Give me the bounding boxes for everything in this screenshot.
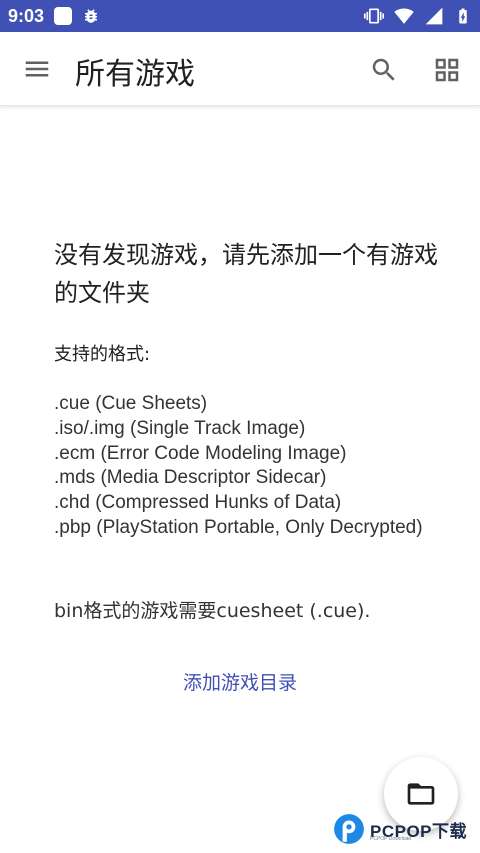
list-item: .mds (Media Descriptor Sidecar) — [54, 467, 327, 489]
list-item: .chd (Compressed Hunks of Data) — [54, 492, 342, 514]
list-item: .pbp (PlayStation Portable, Only Decrypt… — [54, 516, 423, 538]
vibrate-icon — [364, 8, 384, 24]
add-game-directory-button[interactable]: 添加游戏目录 — [0, 668, 480, 695]
watermark: PCPOP下载 PCPOP Download — [332, 808, 480, 850]
status-bar: 9:03 — [0, 0, 480, 32]
menu-button[interactable] — [22, 54, 52, 84]
status-bar-left: 9:03 — [8, 6, 100, 27]
search-icon — [372, 58, 395, 81]
formats-label: 支持的格式: — [54, 344, 151, 365]
empty-state-heading: 没有发现游戏，请先添加一个有游戏的文件夹 — [54, 241, 438, 307]
folder-icon — [407, 783, 435, 805]
status-bar-right — [364, 6, 472, 26]
app-bar: 所有游戏 — [0, 32, 480, 106]
formats-list: .cue (Cue Sheets) .iso/.img (Single Trac… — [54, 392, 434, 541]
list-item: .cue (Cue Sheets) — [54, 393, 208, 414]
cell-signal-icon — [425, 7, 443, 25]
bin-format-note: bin格式的游戏需要cuesheet (.cue). — [54, 600, 371, 622]
menu-icon — [25, 61, 49, 77]
status-time: 9:03 — [8, 5, 45, 26]
notification-square-icon — [54, 7, 73, 25]
wifi-icon — [394, 8, 414, 24]
watermark-logo-icon — [334, 814, 364, 844]
search-button[interactable] — [368, 54, 400, 86]
battery-charging-icon — [459, 8, 467, 24]
grid-view-icon — [435, 58, 459, 82]
list-item: .ecm (Error Code Modeling Image) — [54, 442, 347, 464]
page-title: 所有游戏 — [75, 57, 195, 92]
bug-icon — [85, 9, 98, 23]
grid-view-button[interactable] — [431, 54, 463, 86]
list-item: .iso/.img (Single Track Image) — [54, 417, 306, 439]
watermark-subtext: PCPOP Download — [370, 836, 412, 842]
